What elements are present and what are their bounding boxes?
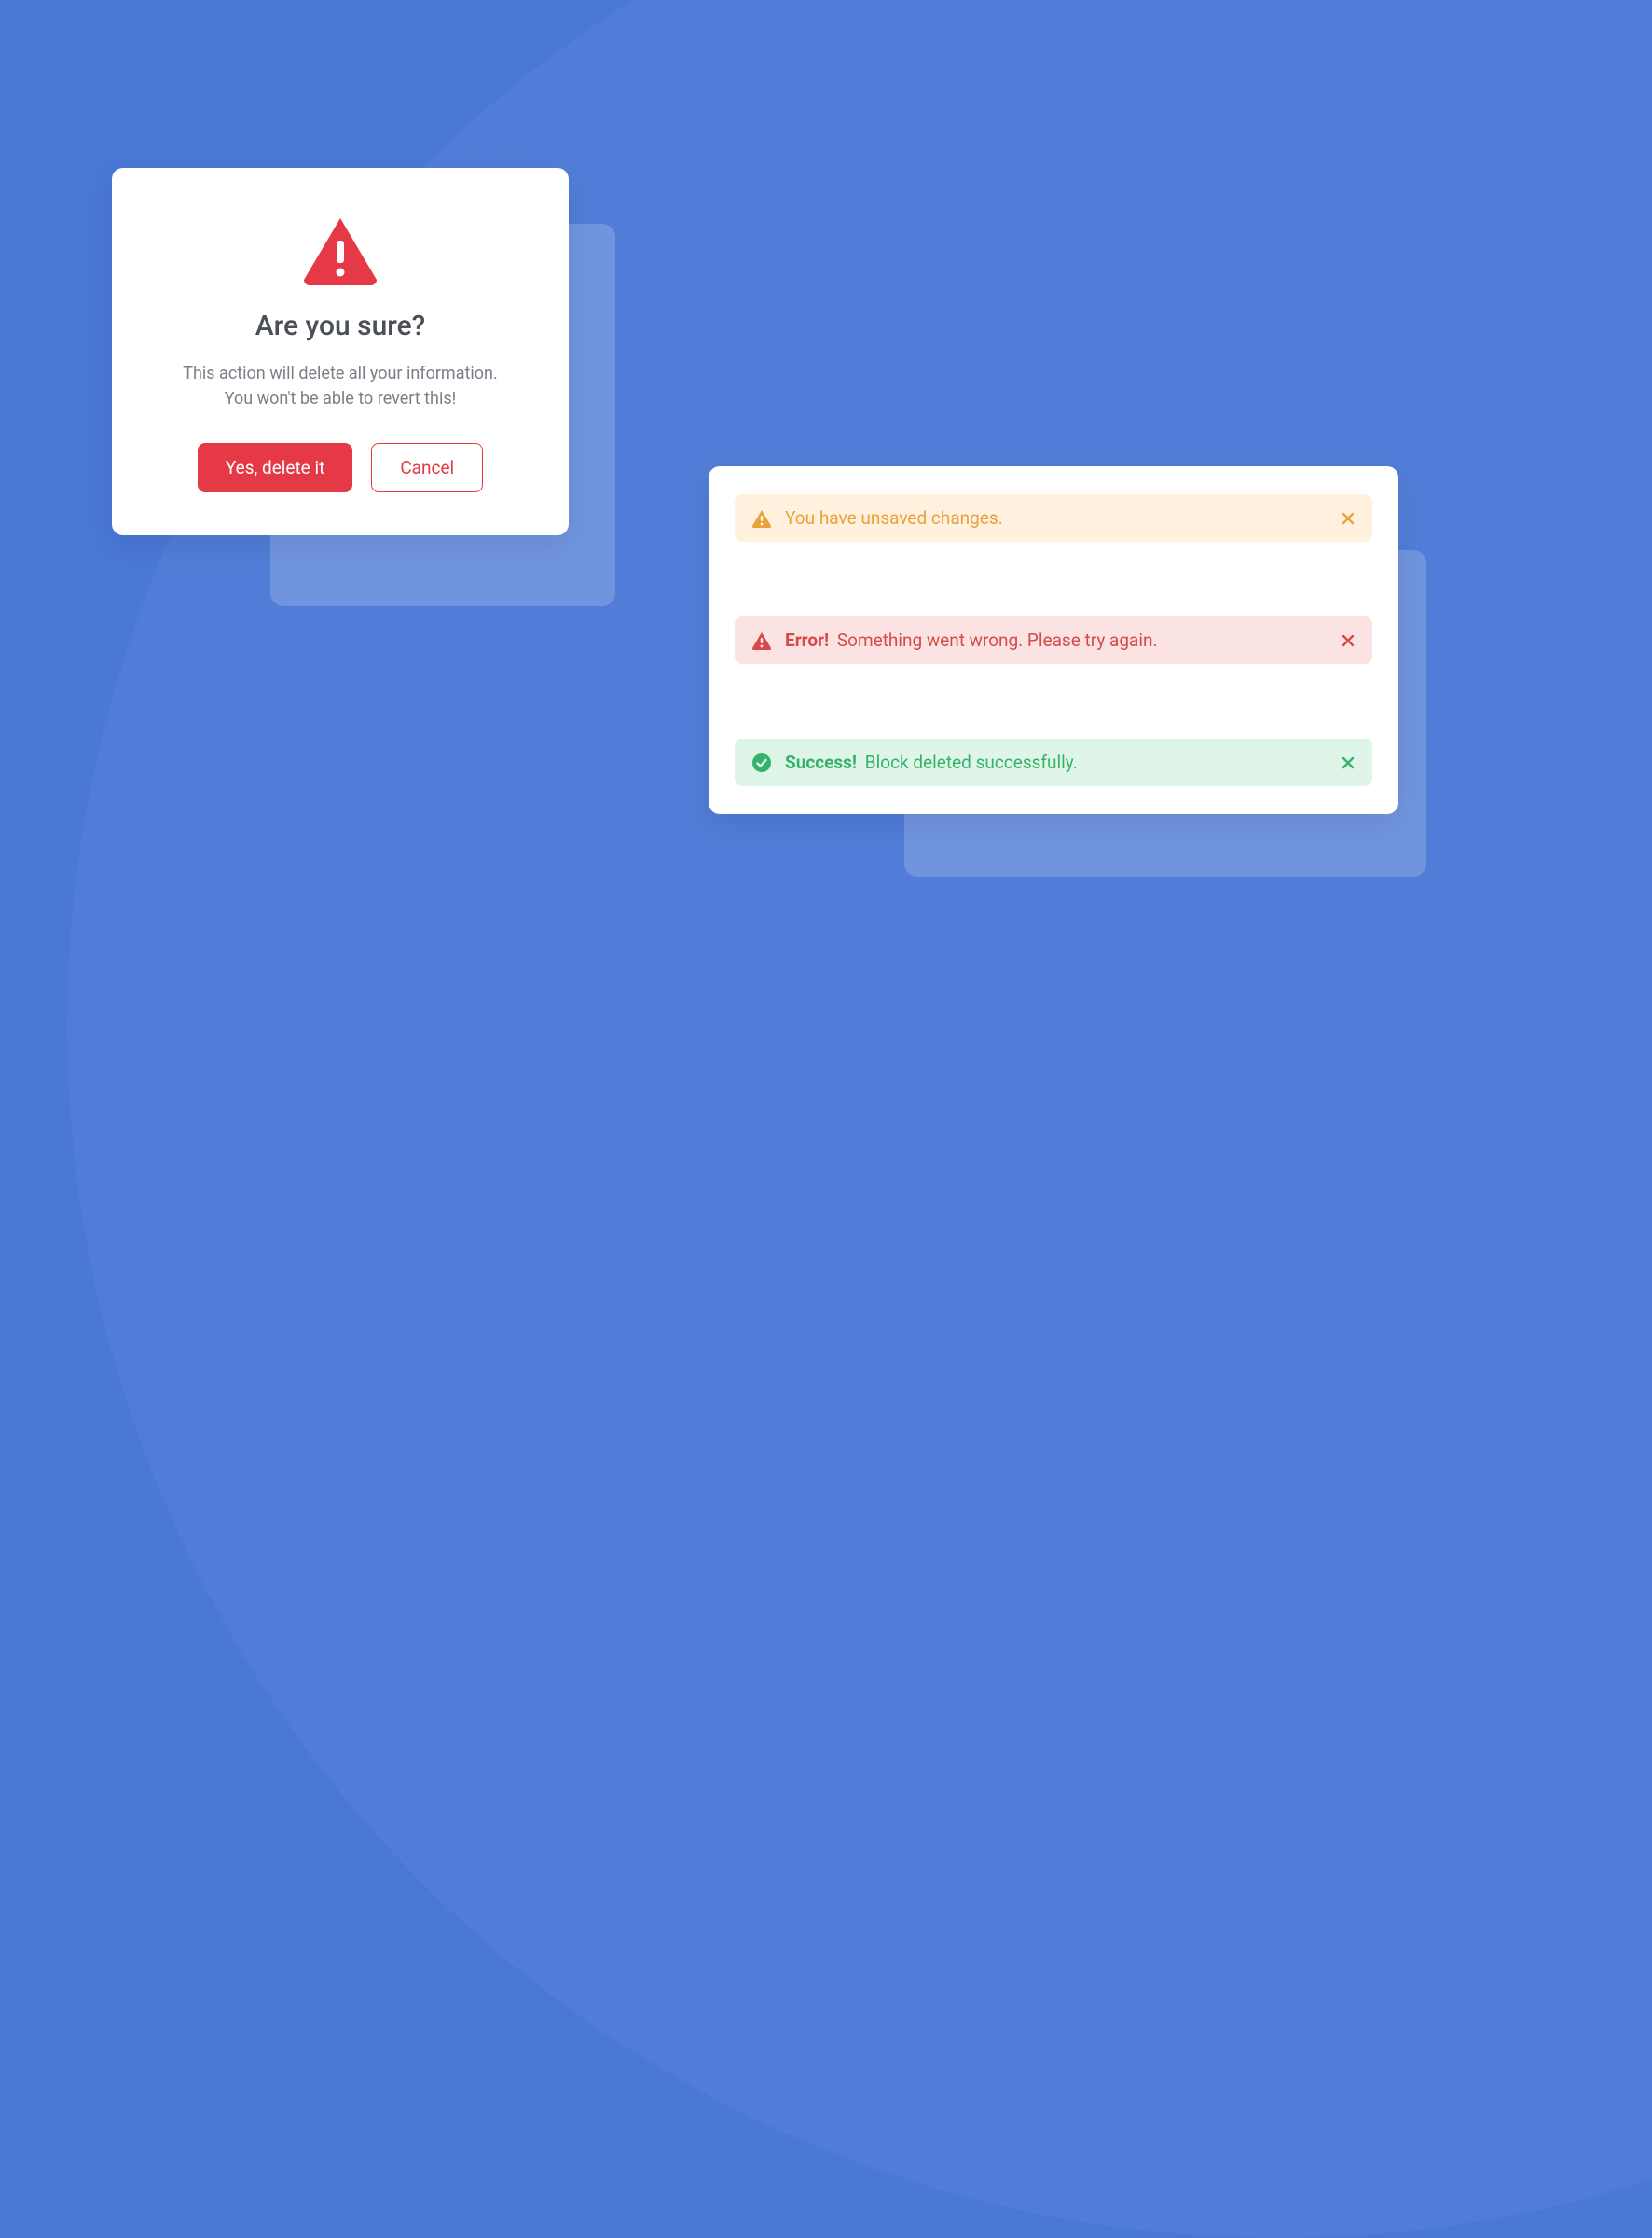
alert-warning-close-button[interactable] bbox=[1341, 511, 1356, 526]
alert-success-message: Block deleted successfully. bbox=[865, 752, 1078, 773]
alert-warning-text: You have unsaved changes. bbox=[785, 507, 1328, 529]
alert-error-bold: Error! bbox=[785, 629, 829, 651]
confirm-dialog: Are you sure? This action will delete al… bbox=[112, 168, 569, 535]
alert-success: Success! Block deleted successfully. bbox=[735, 739, 1372, 786]
alert-success-bold: Success! bbox=[785, 752, 857, 773]
confirm-dialog-group: Are you sure? This action will delete al… bbox=[112, 168, 569, 535]
alert-success-close-button[interactable] bbox=[1341, 755, 1356, 770]
confirm-title: Are you sure? bbox=[149, 310, 531, 342]
alert-error-message: Something went wrong. Please try again. bbox=[837, 629, 1158, 651]
alerts-group: You have unsaved changes. Error! Somethi… bbox=[709, 466, 1398, 814]
error-icon bbox=[751, 631, 772, 650]
cancel-button[interactable]: Cancel bbox=[371, 443, 483, 492]
alert-error: Error! Something went wrong. Please try … bbox=[735, 616, 1372, 664]
confirm-delete-button[interactable]: Yes, delete it bbox=[198, 443, 352, 492]
alert-error-close-button[interactable] bbox=[1341, 633, 1356, 648]
confirm-message: This action will delete all your informa… bbox=[149, 361, 531, 411]
confirm-actions: Yes, delete it Cancel bbox=[149, 443, 531, 492]
alerts-card: You have unsaved changes. Error! Somethi… bbox=[709, 466, 1398, 814]
success-icon bbox=[751, 753, 772, 773]
confirm-message-line2: You won't be able to revert this! bbox=[225, 389, 457, 408]
close-icon bbox=[1341, 633, 1356, 648]
alert-success-text: Success! Block deleted successfully. bbox=[785, 752, 1328, 773]
warning-icon bbox=[751, 509, 772, 528]
confirm-message-line1: This action will delete all your informa… bbox=[183, 364, 497, 383]
close-icon bbox=[1341, 755, 1356, 770]
close-icon bbox=[1341, 511, 1356, 526]
alert-error-text: Error! Something went wrong. Please try … bbox=[785, 629, 1328, 651]
alert-warning: You have unsaved changes. bbox=[735, 494, 1372, 542]
warning-triangle-icon bbox=[149, 214, 531, 285]
alert-warning-message: You have unsaved changes. bbox=[785, 507, 1003, 529]
